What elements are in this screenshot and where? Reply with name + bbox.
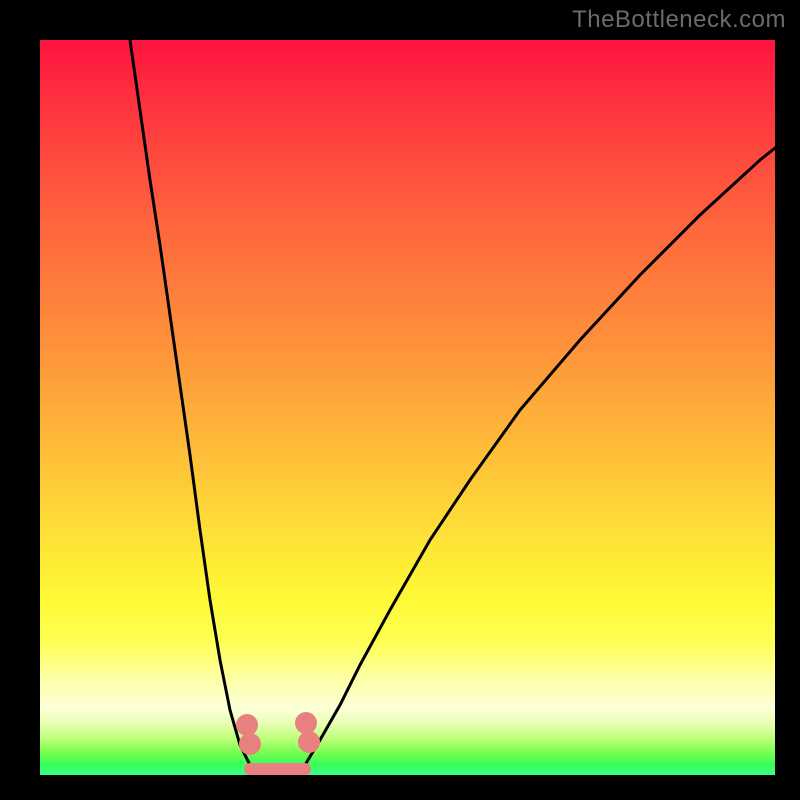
left-marker-bottom-icon (239, 733, 261, 755)
right-marker-bottom-icon (298, 731, 320, 753)
watermark-label: TheBottleneck.com (572, 6, 786, 34)
left-marker-icon (236, 714, 258, 736)
right-curve (305, 148, 775, 765)
plot-area (40, 40, 775, 775)
chart-frame: TheBottleneck.com (0, 0, 800, 800)
curve-overlay (40, 40, 775, 775)
right-marker-icon (295, 712, 317, 734)
left-curve (130, 40, 250, 765)
